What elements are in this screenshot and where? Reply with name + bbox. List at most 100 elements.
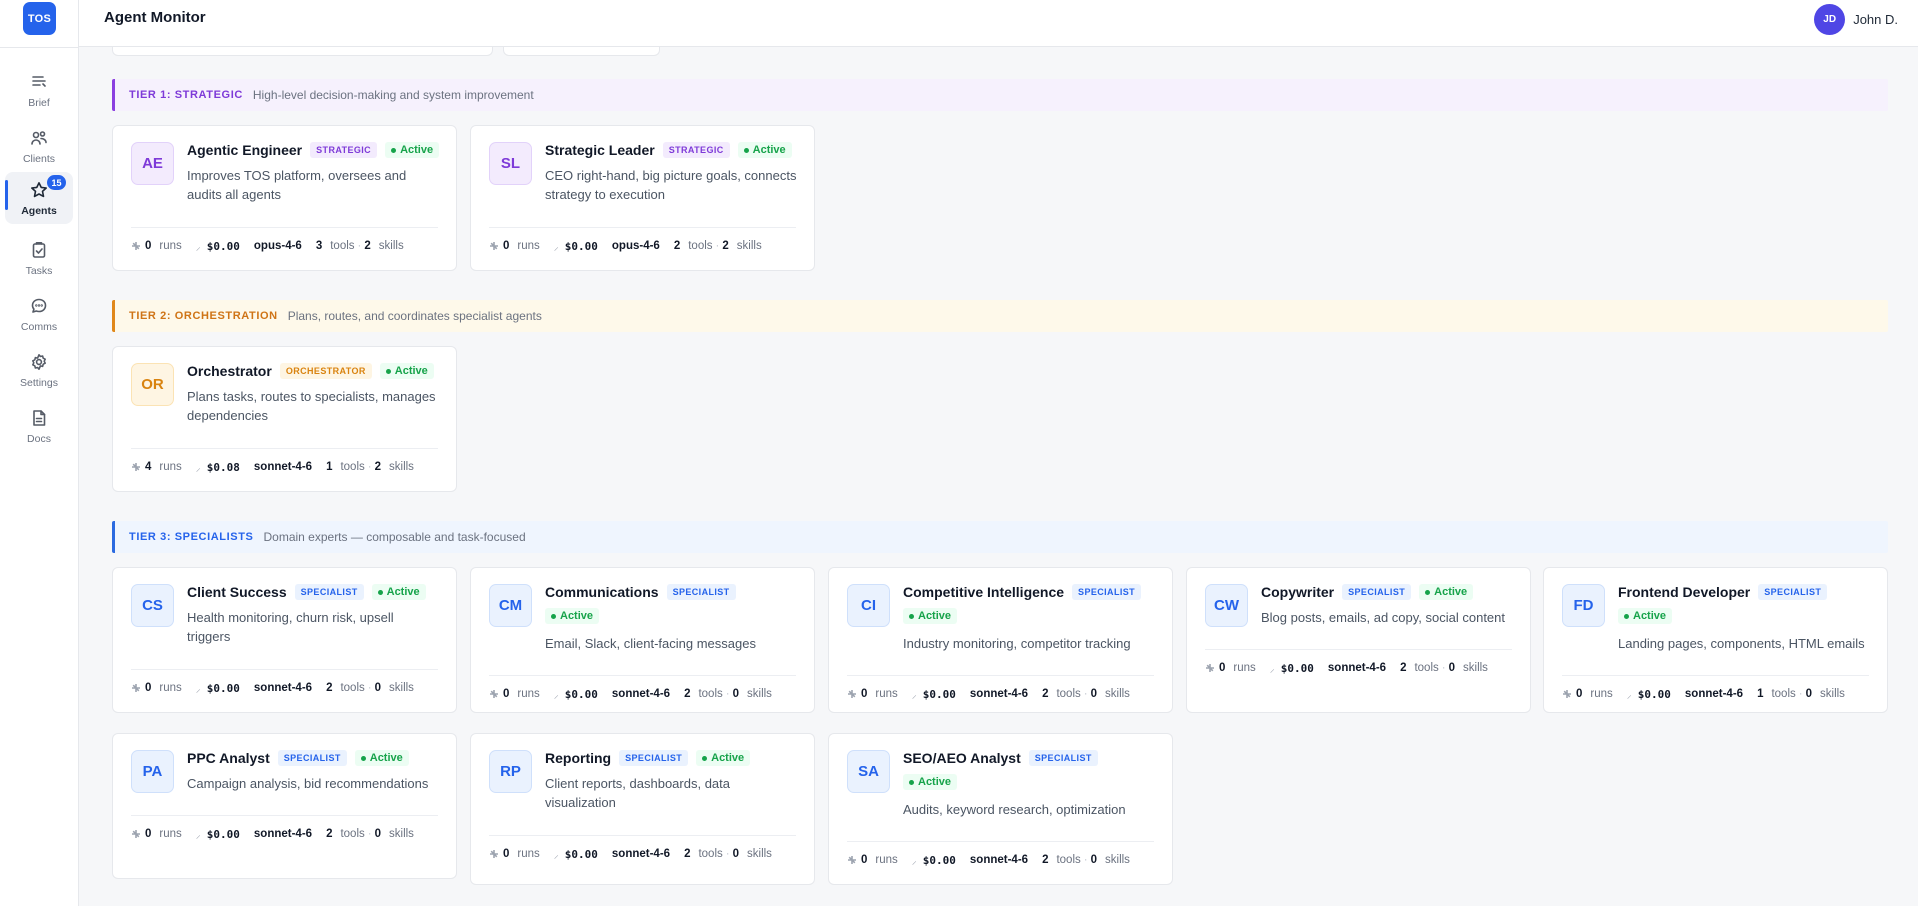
tools-label: tools bbox=[330, 240, 355, 252]
agent-name: Copywriter bbox=[1261, 584, 1335, 600]
runs-icon bbox=[848, 856, 856, 864]
sidebar-item-tasks[interactable]: Tasks bbox=[5, 232, 73, 284]
agent-description: Landing pages, components, HTML emails bbox=[1618, 636, 1865, 651]
runs-icon bbox=[490, 242, 498, 250]
agent-card-client-success[interactable]: CS Client Success SPECIALIST Active Heal… bbox=[112, 567, 457, 713]
agent-tier-tag: STRATEGIC bbox=[310, 142, 378, 158]
gear-icon bbox=[29, 352, 49, 372]
app-logo[interactable]: TOS bbox=[23, 2, 56, 35]
cost-icon: ⸝ bbox=[553, 850, 559, 861]
agent-name: Client Success bbox=[187, 584, 287, 600]
cost-value: $0.00 bbox=[564, 847, 598, 861]
agent-card-frontend-developer[interactable]: FD Frontend Developer SPECIALIST Active … bbox=[1543, 567, 1888, 713]
tools-label: tools bbox=[698, 848, 723, 860]
agent-stats: 0 runs ⸝ $0.00 sonnet-4-6 2 tools · 0 skills bbox=[489, 687, 804, 701]
tools-label: tools bbox=[340, 828, 365, 840]
runs-label: runs bbox=[159, 682, 182, 694]
sidebar-item-label: Settings bbox=[20, 377, 58, 389]
cost-value: $0.00 bbox=[206, 681, 240, 695]
agent-stats: 0 runs ⸝ $0.00 sonnet-4-6 2 tools · 0 skills bbox=[847, 687, 1162, 701]
active-indicator bbox=[5, 180, 8, 210]
model-name: sonnet-4-6 bbox=[253, 828, 313, 840]
tier-header-strategic: TIER 1: STRATEGIC High-level decision-ma… bbox=[112, 79, 1888, 111]
runs-label: runs bbox=[517, 848, 540, 860]
status-dot-icon bbox=[909, 613, 914, 619]
runs-label: runs bbox=[875, 854, 898, 866]
sidebar-item-docs[interactable]: Docs bbox=[5, 400, 73, 452]
runs-icon bbox=[490, 850, 498, 858]
sidebar-item-brief[interactable]: Brief bbox=[5, 64, 73, 116]
agent-name: Agentic Engineer bbox=[187, 142, 303, 158]
agent-card-communications[interactable]: CM Communications SPECIALIST Active Emai… bbox=[470, 567, 815, 713]
agent-stats: 4 runs ⸝ $0.08 sonnet-4-6 1 tools · 2 skills bbox=[131, 460, 446, 474]
agent-card-strategic-leader[interactable]: SL Strategic Leader STRATEGIC Active CEO… bbox=[470, 125, 815, 271]
agent-card-copywriter[interactable]: CW Copywriter SPECIALIST Active Blog pos… bbox=[1186, 567, 1531, 713]
cost-icon: ⸝ bbox=[911, 856, 917, 867]
skills-count: 0 bbox=[1448, 662, 1456, 674]
sidebar-item-clients[interactable]: Clients bbox=[5, 120, 73, 172]
sidebar-item-label: Docs bbox=[27, 433, 51, 445]
agent-card-reporting[interactable]: RP Reporting SPECIALIST Active Client re… bbox=[470, 733, 815, 885]
cost-value: $0.00 bbox=[206, 827, 240, 841]
tools-count: 2 bbox=[684, 688, 691, 700]
user-menu[interactable]: JD John D. bbox=[1814, 4, 1898, 35]
agent-card-agentic-engineer[interactable]: AE Agentic Engineer STRATEGIC Active Imp… bbox=[112, 125, 457, 271]
agent-avatar: SL bbox=[489, 142, 532, 185]
skills-label: skills bbox=[747, 688, 772, 700]
skills-count: 0 bbox=[1090, 688, 1098, 700]
agent-tier-tag: SPECIALIST bbox=[1758, 584, 1828, 600]
agent-card-seo-aeo-analyst[interactable]: SA SEO/AEO Analyst SPECIALIST Active Aud… bbox=[828, 733, 1173, 885]
card-divider bbox=[489, 675, 796, 676]
card-divider bbox=[847, 841, 1154, 842]
cost-icon: ⸝ bbox=[195, 684, 201, 695]
status-dot-icon bbox=[391, 147, 397, 153]
status-badge: Active bbox=[1618, 608, 1673, 624]
agent-name: Orchestrator bbox=[187, 363, 272, 379]
agent-name: Strategic Leader bbox=[545, 142, 655, 158]
status-badge: Active bbox=[903, 608, 958, 624]
agent-stats: 0 runs ⸝ $0.00 sonnet-4-6 1 tools · 0 skills bbox=[1562, 687, 1877, 701]
status-badge: Active bbox=[1419, 584, 1474, 600]
skills-label: skills bbox=[378, 240, 404, 252]
agent-stats: 0 runs ⸝ $0.00 sonnet-4-6 2 tools · 0 skills bbox=[847, 853, 1162, 867]
tools-label: tools bbox=[1056, 688, 1081, 700]
status-dot-icon bbox=[385, 368, 391, 374]
skills-label: skills bbox=[1820, 688, 1845, 700]
runs-count: 0 bbox=[503, 688, 510, 700]
star-icon bbox=[29, 180, 49, 200]
tools-count: 2 bbox=[1042, 854, 1049, 866]
sidebar-item-label: Clients bbox=[22, 153, 56, 165]
brief-icon bbox=[29, 72, 49, 92]
sidebar-item-agents[interactable]: Agents 15 bbox=[5, 172, 73, 224]
runs-count: 0 bbox=[503, 848, 510, 860]
agent-card-ppc-analyst[interactable]: PA PPC Analyst SPECIALIST Active Campaig… bbox=[112, 733, 457, 879]
card-divider bbox=[131, 448, 438, 449]
runs-icon bbox=[132, 463, 140, 471]
cost-value: $0.00 bbox=[564, 687, 598, 701]
status-badge: Active bbox=[354, 750, 409, 766]
model-name: sonnet-4-6 bbox=[253, 682, 313, 694]
tools-count: 2 bbox=[326, 682, 333, 694]
sidebar-item-label: Brief bbox=[28, 97, 50, 109]
status-dot-icon bbox=[377, 589, 383, 595]
status-dot-icon bbox=[1624, 613, 1629, 619]
agent-stats: 0 runs ⸝ $0.00 sonnet-4-6 2 tools · 0 skills bbox=[489, 847, 804, 861]
agent-tier-tag: SPECIALIST bbox=[619, 750, 689, 766]
runs-icon bbox=[132, 242, 140, 250]
skills-count: 0 bbox=[374, 828, 382, 840]
card-divider bbox=[131, 669, 438, 670]
avatar[interactable]: JD bbox=[1814, 4, 1846, 35]
agent-name: Communications bbox=[545, 584, 659, 600]
main-content: TIER 1: STRATEGIC High-level decision-ma… bbox=[79, 47, 1918, 906]
sidebar-item-comms[interactable]: Comms bbox=[5, 288, 73, 340]
agent-stats: 0 runs ⸝ $0.00 sonnet-4-6 2 tools · 0 skills bbox=[1205, 661, 1520, 675]
summary-card-partial bbox=[503, 47, 660, 56]
sidebar-item-settings[interactable]: Settings bbox=[5, 344, 73, 396]
agent-avatar: AE bbox=[131, 142, 174, 185]
tools-count: 1 bbox=[1757, 688, 1764, 700]
agent-card-competitive-intelligence[interactable]: CI Competitive Intelligence SPECIALIST A… bbox=[828, 567, 1173, 713]
skills-label: skills bbox=[747, 848, 772, 860]
agent-card-orchestrator[interactable]: OR Orchestrator ORCHESTRATOR Active Plan… bbox=[112, 346, 457, 492]
agent-name: SEO/AEO Analyst bbox=[903, 750, 1021, 766]
status-dot-icon bbox=[1425, 589, 1431, 595]
